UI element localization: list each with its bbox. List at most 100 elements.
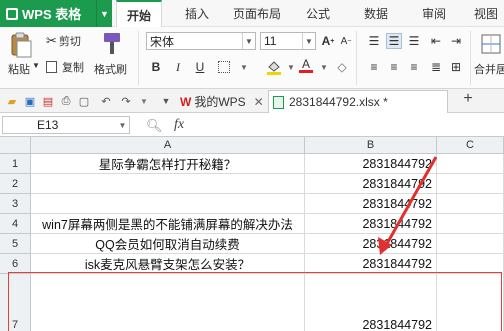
ribbon: 粘贴 ▼ ✂ 剪切 复制 格式刷 宋体 ▼ 11 ▼ A + A − B I U ▼ [0, 27, 504, 89]
name-box[interactable]: E13 ▼ [2, 116, 130, 134]
row-header[interactable]: 6 [0, 254, 31, 274]
toolbar-chevron-icon[interactable]: ▼ [158, 93, 174, 109]
redo-icon[interactable]: ↷ [118, 93, 134, 109]
new-tab-plus-icon[interactable]: + [460, 90, 476, 107]
table-cell[interactable] [437, 194, 504, 214]
tab-review[interactable]: 审阅 [414, 0, 454, 27]
export-pdf-icon[interactable]: ▤ [40, 93, 56, 109]
distribute-button[interactable]: ⊞ [448, 59, 464, 75]
shrink-font-button[interactable]: A − [338, 33, 354, 49]
wps-w-icon: W [180, 94, 192, 109]
bold-button[interactable]: B [148, 59, 164, 75]
borders-dropdown-icon[interactable]: ▼ [236, 59, 252, 75]
print-icon[interactable]: ⎙ [58, 93, 74, 109]
ribbon-divider [470, 31, 471, 85]
tab-insert[interactable]: 插入 [175, 0, 219, 27]
column-header-c[interactable]: C [437, 137, 504, 154]
row-header[interactable]: 7 [0, 274, 31, 331]
open-folder-icon[interactable]: ▰ [4, 93, 20, 109]
underline-button[interactable]: U [192, 59, 208, 75]
paste-button[interactable] [8, 31, 34, 59]
table-cell[interactable] [437, 214, 504, 234]
table-cell[interactable]: win7屏幕两侧是黑的不能铺满屏幕的解决办法 [31, 214, 305, 234]
indent-left-button[interactable]: ⇤ [428, 33, 444, 49]
align-center-button[interactable]: ≡ [386, 59, 402, 75]
chevron-down-icon: ▼ [242, 33, 255, 49]
font-color-dropdown-icon[interactable]: ▼ [316, 59, 332, 75]
indent-right-button[interactable]: ⇥ [448, 33, 464, 49]
tab-formulas[interactable]: 公式 [298, 0, 338, 27]
insert-function-button[interactable]: fx [174, 117, 184, 133]
app-menu-chevron-icon[interactable]: ▼ [96, 0, 112, 27]
merge-center-button[interactable] [480, 31, 502, 57]
align-center-icon: ≡ [390, 60, 398, 74]
table-cell[interactable] [437, 234, 504, 254]
table-cell[interactable] [31, 174, 305, 194]
align-middle-button[interactable]: ☰ [386, 33, 402, 49]
tab-page-layout[interactable]: 页面布局 [228, 0, 286, 27]
align-top-button[interactable]: ☰ [366, 33, 382, 49]
borders-button[interactable] [216, 59, 232, 75]
paste-label[interactable]: 粘贴 [8, 61, 30, 77]
doc-tab-home[interactable]: W 我的WPS ✕ [176, 90, 266, 113]
font-name-select[interactable]: 宋体 ▼ [146, 32, 256, 50]
table-cell[interactable] [437, 254, 504, 274]
table-cell[interactable]: 2831844792 [305, 214, 437, 234]
table-cell[interactable] [31, 274, 305, 331]
ribbon-divider [356, 31, 357, 85]
table-cell[interactable]: isk麦克风悬臂支架怎么安装？ [31, 254, 305, 274]
fill-color-dropdown-icon[interactable]: ▼ [283, 59, 299, 75]
format-painter-button[interactable] [100, 31, 124, 57]
table-cell[interactable] [437, 174, 504, 194]
align-bottom-button[interactable]: ☰ [406, 33, 422, 49]
table-cell[interactable]: 星际争霸怎样打开秘籍？ [31, 154, 305, 174]
zoom-icon[interactable]: 🔍︎ [146, 118, 163, 134]
print-preview-icon[interactable]: ▢ [76, 93, 92, 109]
justify-button[interactable]: ≣ [428, 59, 444, 75]
tab-data[interactable]: 数据 [356, 0, 396, 27]
column-header-b[interactable]: B [305, 137, 437, 154]
row-header[interactable]: 1 [0, 154, 31, 174]
align-right-button[interactable]: ≡ [406, 59, 422, 75]
font-size-select[interactable]: 11 ▼ [260, 32, 316, 50]
cut-button[interactable]: ✂ 剪切 [46, 33, 81, 49]
undo-icon[interactable]: ↶ [98, 93, 114, 109]
table-cell[interactable]: 2831844792 [305, 234, 437, 254]
row-header[interactable]: 3 [0, 194, 31, 214]
italic-button[interactable]: I [170, 59, 186, 75]
table-cell[interactable] [437, 154, 504, 174]
table-cell[interactable]: QQ会员如何取消自动续费 [31, 234, 305, 254]
table-cell[interactable]: 2831844792 [305, 154, 437, 174]
select-all-corner[interactable] [0, 137, 31, 154]
copy-button[interactable]: 复制 [46, 59, 84, 75]
grow-font-icon: A [321, 34, 331, 48]
tab-home[interactable]: 开始 [116, 0, 162, 28]
font-color-button[interactable]: A [298, 57, 314, 73]
paste-dropdown-icon[interactable]: ▼ [32, 61, 40, 70]
merge-center-label[interactable]: 合并居中 [474, 61, 504, 77]
wps-app-button[interactable]: WPS 表格 [0, 0, 96, 27]
table-cell[interactable] [31, 194, 305, 214]
format-painter-label[interactable]: 格式刷 [94, 61, 127, 77]
fill-color-button[interactable] [266, 59, 282, 75]
row-header[interactable]: 2 [0, 174, 31, 194]
doc-tab-file[interactable]: 2831844792.xlsx * [268, 90, 448, 113]
formula-input[interactable] [198, 116, 502, 134]
column-header-a[interactable]: A [31, 137, 305, 154]
save-icon[interactable]: ▣ [22, 93, 38, 109]
close-icon[interactable]: ✕ [254, 95, 264, 109]
table-cell[interactable]: 2831844792 [305, 194, 437, 214]
clear-format-icon[interactable]: ◇ [334, 59, 350, 75]
paste-icon [11, 32, 32, 58]
tab-view[interactable]: 视图 [468, 0, 504, 27]
align-right-icon: ≡ [410, 60, 418, 74]
row-header[interactable]: 5 [0, 234, 31, 254]
table-cell[interactable]: 2831844792 [305, 174, 437, 194]
grow-font-button[interactable]: A + [320, 33, 336, 49]
customize-dropdown-icon[interactable]: ▼ [136, 93, 152, 109]
table-cell[interactable] [437, 274, 504, 331]
row-header[interactable]: 4 [0, 214, 31, 234]
table-cell[interactable]: 2831844792 [305, 274, 437, 331]
align-left-button[interactable]: ≡ [366, 59, 382, 75]
table-cell[interactable]: 2831844792 [305, 254, 437, 274]
